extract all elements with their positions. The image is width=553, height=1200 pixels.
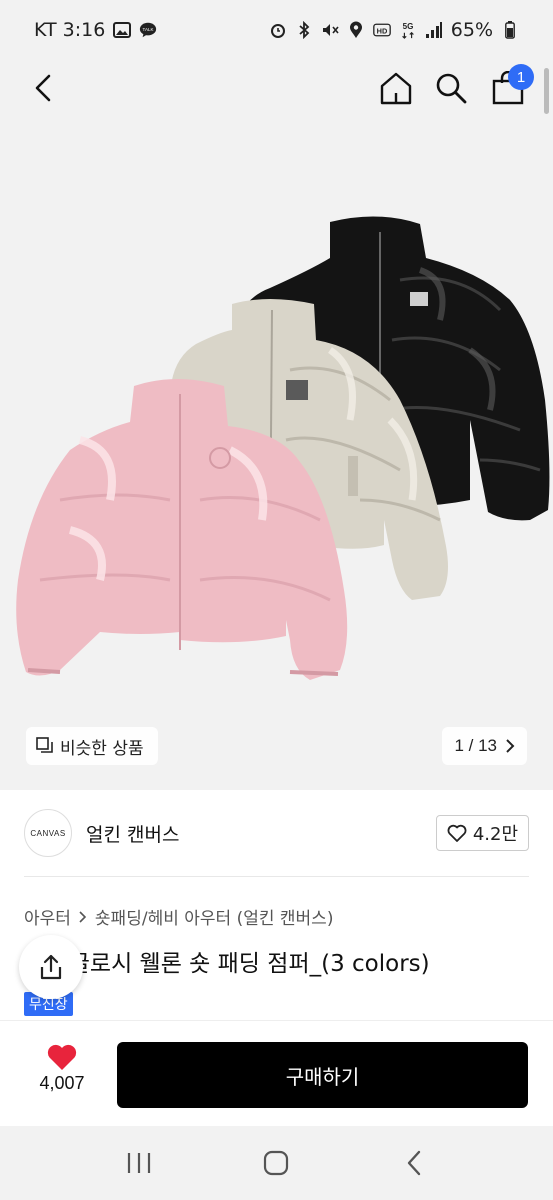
recent-apps-button[interactable] — [117, 1141, 161, 1185]
5g-icon: 5G — [399, 21, 417, 39]
cart-count-badge: 1 — [508, 64, 534, 90]
back-button[interactable] — [22, 66, 66, 110]
signal-icon — [425, 21, 443, 39]
pager-text: 1 / 13 — [454, 736, 497, 755]
talk-icon: TALK — [139, 21, 157, 39]
brand-like-button[interactable]: 4.2만 — [435, 815, 529, 851]
back-icon — [35, 74, 51, 102]
recent-apps-icon — [127, 1153, 150, 1173]
system-navigation-bar — [0, 1126, 553, 1200]
gallery-icon — [113, 21, 132, 39]
status-bar: KT 3:16 TALK HD 5G 65% — [0, 0, 553, 60]
image-pager[interactable]: 1 / 13 — [442, 727, 527, 765]
home-circle-icon — [264, 1150, 289, 1176]
divider — [24, 876, 529, 877]
share-button[interactable] — [19, 935, 83, 999]
breadcrumb-item-category[interactable]: 아우터 — [24, 904, 71, 929]
chevron-right-icon — [79, 910, 87, 923]
brand-row[interactable]: CANVAS 얼킨 캔버스 4.2만 — [0, 790, 553, 876]
hd-icon: HD — [372, 21, 391, 39]
heart-filled-icon — [47, 1044, 77, 1070]
cart-button[interactable]: 1 — [486, 64, 534, 110]
system-home-button[interactable] — [254, 1141, 298, 1185]
carrier-time: KT 3:16 — [34, 19, 106, 41]
location-icon — [347, 21, 365, 39]
mute-icon — [321, 21, 339, 39]
system-back-button[interactable] — [392, 1141, 436, 1185]
svg-text:TALK: TALK — [143, 27, 154, 32]
product-image-gallery[interactable]: 1 비슷한 상품 1 / 13 — [0, 60, 553, 790]
search-icon — [436, 73, 467, 104]
brand-like-count: 4.2만 — [472, 824, 518, 845]
product-title: [ 출 글로시 웰론 숏 패딩 점퍼_(3 colors) — [24, 951, 430, 977]
brand-logo[interactable]: CANVAS — [24, 809, 72, 857]
share-icon — [40, 954, 62, 980]
top-navigation: 1 — [0, 60, 553, 116]
scrollbar[interactable] — [544, 68, 549, 114]
similar-items-icon — [36, 737, 53, 753]
battery-percent: 65% — [450, 19, 493, 41]
back-chevron-icon — [407, 1150, 421, 1176]
home-button[interactable] — [374, 66, 418, 110]
search-button[interactable] — [429, 66, 473, 110]
product-image — [16, 216, 550, 680]
chevron-right-icon — [506, 739, 515, 753]
purchase-bar: 4,007 구매하기 — [0, 1020, 553, 1126]
similar-products-label: 비슷한 상품 — [60, 738, 144, 759]
bluetooth-icon — [295, 21, 313, 39]
heart-outline-icon — [447, 824, 467, 842]
similar-products-button[interactable]: 비슷한 상품 — [26, 727, 158, 765]
home-icon — [380, 72, 412, 105]
buy-button[interactable]: 구매하기 — [117, 1042, 528, 1108]
svg-text:HD: HD — [376, 26, 387, 35]
wishlist-button[interactable]: 4,007 — [26, 1043, 98, 1111]
svg-text:5G: 5G — [402, 22, 413, 31]
alarm-icon — [269, 21, 287, 39]
wishlist-count: 4,007 — [39, 1073, 85, 1093]
breadcrumb: 아우터 숏패딩/헤비 아우터 (얼킨 캔버스) — [24, 904, 333, 929]
breadcrumb-item-subcategory[interactable]: 숏패딩/헤비 아우터 (얼킨 캔버스) — [95, 904, 334, 929]
brand-name[interactable]: 얼킨 캔버스 — [86, 820, 179, 847]
battery-icon — [501, 21, 519, 39]
